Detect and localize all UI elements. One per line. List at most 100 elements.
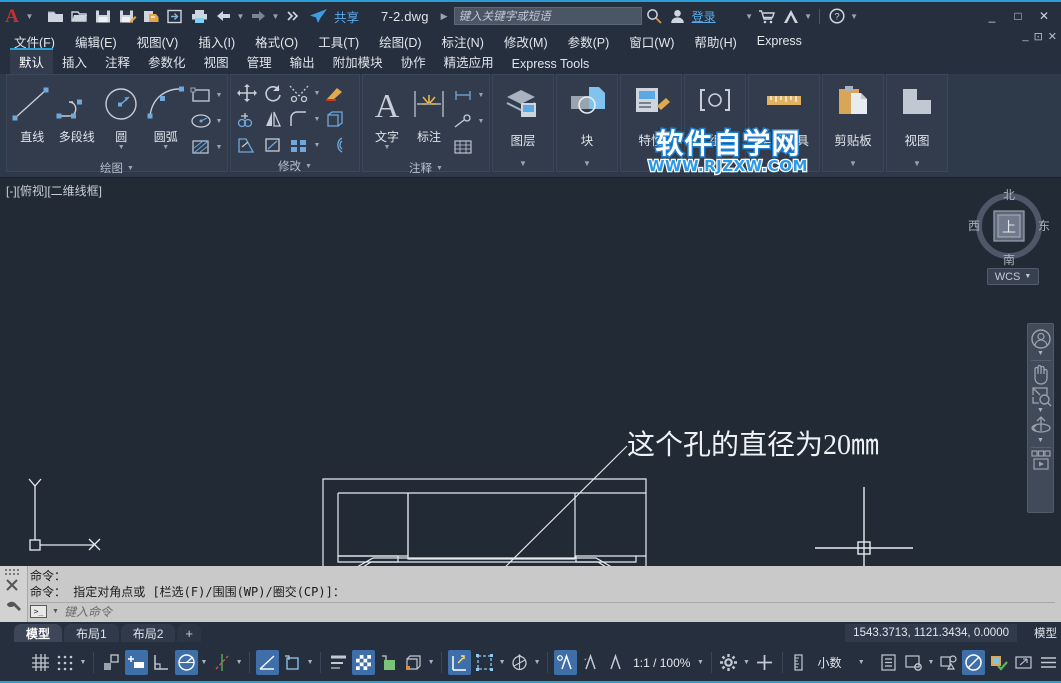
menu-item-parametric[interactable]: 参数(P) [568,32,610,51]
help-caret-icon[interactable]: ▼ [849,5,860,27]
fillet-icon[interactable] [286,107,312,131]
array-caret-icon[interactable]: ▼ [312,142,322,149]
panel-annotation-expand-caret-icon[interactable]: ▼ [436,165,443,172]
snap-reference-icon[interactable] [281,650,304,675]
panel-modify-expand-caret-icon[interactable]: ▼ [305,163,312,170]
zoom-caret-icon[interactable]: ▼ [1037,407,1044,415]
menu-item-format[interactable]: 格式(O) [255,32,298,51]
customize-plus-icon[interactable] [753,650,776,675]
isolate-caret-icon[interactable]: ▼ [926,659,936,666]
new-file-icon[interactable] [43,4,67,28]
panel-layer[interactable]: 图层 ▼ [492,74,554,172]
drawing-canvas[interactable]: [-][俯视][二维线框] 这个孔的直径为20㎜ 上 北 南 西 东 WCS ▼… [0,178,1061,566]
panel-group[interactable]: 组 ▼ [684,74,746,172]
3d-object-snap-caret-icon[interactable]: ▼ [426,659,436,666]
workspace-caret-icon[interactable]: ▼ [741,659,751,666]
menu-item-view[interactable]: 视图(V) [137,32,179,51]
ellipse-caret-icon[interactable]: ▼ [214,118,224,125]
circle-dropdown-caret-icon[interactable]: ▼ [118,144,125,151]
autoscale-icon[interactable] [579,650,602,675]
ribbon-tab-home[interactable]: 默认 [10,48,54,74]
leader-caret-icon[interactable]: ▼ [476,118,486,125]
clean-screen-icon[interactable] [961,650,985,675]
text-button[interactable]: A 文字 ▼ [366,79,408,151]
workspace-gear-icon[interactable] [717,650,740,675]
fillet-caret-icon[interactable]: ▼ [312,116,322,123]
doc-close-button[interactable]: ✕ [1048,30,1057,43]
mirror-icon[interactable] [260,107,286,131]
ellipse-icon[interactable] [188,109,214,133]
layout-tab-layout1[interactable]: 布局1 [64,624,119,642]
panel-view-expand-caret-icon[interactable]: ▼ [913,155,921,171]
annotation-scale-icon[interactable] [604,650,627,675]
search-input[interactable]: 键入关键字或短语 [453,7,642,25]
steering-wheel-icon[interactable] [1029,328,1053,350]
panel-utilities-expand-caret-icon[interactable]: ▼ [780,155,788,171]
undo-caret-icon[interactable]: ▼ [235,5,246,27]
snap-mode-icon[interactable] [54,650,77,675]
printer-icon[interactable] [187,4,211,28]
command-prompt-caret-icon[interactable]: ▼ [52,608,59,615]
autocad-A-logo[interactable]: A [0,4,24,28]
trim-icon[interactable] [286,81,312,105]
panel-clipboard-expand-caret-icon[interactable]: ▼ [849,155,857,171]
redo-arrow-icon[interactable] [246,4,270,28]
steering-wheel-caret-icon[interactable]: ▼ [1037,350,1044,358]
rectangle-icon[interactable] [188,83,214,107]
ribbon-tab-output[interactable]: 输出 [281,50,324,74]
isolate-objects-icon[interactable] [902,650,925,675]
linear-dim-caret-icon[interactable]: ▼ [476,92,486,99]
command-prompt-icon[interactable]: >_ [30,605,47,618]
hardware-accel-icon[interactable] [937,650,960,675]
dynamic-input-icon[interactable] [124,650,148,675]
user-account-icon[interactable] [666,4,690,28]
double-chevron-icon[interactable] [281,4,305,28]
selection-cycling-icon[interactable] [377,650,400,675]
showmotion-icon[interactable] [1029,450,1053,476]
ribbon-tab-express-tools[interactable]: Express Tools [503,55,599,74]
ribbon-tab-annotate[interactable]: 注释 [96,50,139,74]
layout-tab-model[interactable]: 模型 [14,624,63,642]
object-snap-tracking-icon[interactable] [210,650,233,675]
panel-block[interactable]: 块 ▼ [556,74,618,172]
selection-filter-caret-icon[interactable]: ▼ [497,659,507,666]
ribbon-tab-featured-apps[interactable]: 精选应用 [435,50,503,74]
autodesk-app-icon[interactable] [779,4,803,28]
menu-item-window[interactable]: 窗口(W) [629,32,674,51]
panel-draw-expand-caret-icon[interactable]: ▼ [127,165,134,172]
arc-button[interactable]: 圆弧 ▼ [144,79,189,151]
menu-item-tools[interactable]: 工具(T) [318,32,359,51]
undo-arrow-icon[interactable] [211,4,235,28]
app-menu-caret-icon[interactable]: ▼ [24,5,35,27]
close-button[interactable]: ✕ [1031,3,1057,29]
sync-icon[interactable] [163,4,187,28]
ortho-mode-icon[interactable] [150,650,173,675]
dimension-annotation-text[interactable]: 这个孔的直径为20㎜ [627,423,879,463]
trim-caret-icon[interactable]: ▼ [312,90,322,97]
infer-constraints-icon[interactable] [100,650,123,675]
copy-icon[interactable] [234,107,260,131]
annotation-scale-caret-icon[interactable]: ▼ [695,659,705,666]
export-folder-icon[interactable] [139,4,163,28]
dynamic-ucs-icon[interactable] [448,650,472,675]
snap-mode-caret-icon[interactable]: ▼ [78,659,88,666]
rectangle-caret-icon[interactable]: ▼ [214,92,224,99]
erase-icon[interactable] [322,81,348,105]
table-icon[interactable] [450,135,476,159]
orbit-icon[interactable] [1029,415,1053,437]
lineweight-icon[interactable] [327,650,350,675]
array-icon[interactable] [286,133,312,157]
doc-restore-button[interactable]: ⊡ [1034,30,1043,43]
ribbon-tab-addins[interactable]: 附加模块 [324,50,392,74]
ribbon-tab-view[interactable]: 视图 [195,50,238,74]
annotation-visibility-icon[interactable] [554,650,578,675]
save-as-icon[interactable] [115,4,139,28]
menu-item-draw[interactable]: 绘图(D) [379,32,421,51]
ribbon-tab-manage[interactable]: 管理 [238,50,281,74]
open-folder-icon[interactable] [67,4,91,28]
panel-layer-expand-caret-icon[interactable]: ▼ [519,155,527,171]
panel-properties-expand-caret-icon[interactable]: ▼ [647,155,655,171]
3d-object-snap-icon[interactable] [402,650,425,675]
linear-dim-icon[interactable] [450,83,476,107]
menu-item-express[interactable]: Express [757,34,802,48]
